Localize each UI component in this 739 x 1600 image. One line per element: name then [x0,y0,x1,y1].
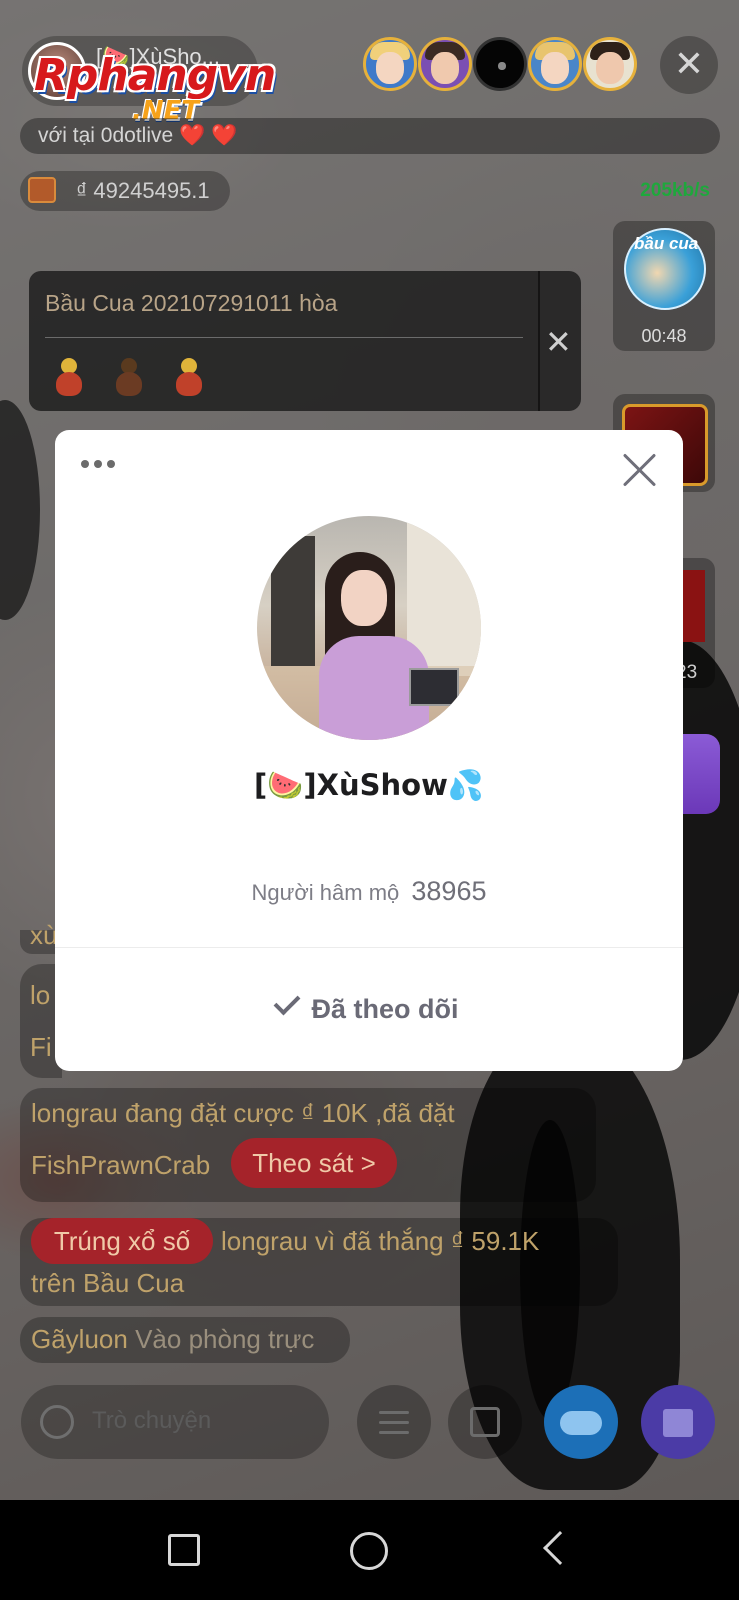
join-username: Gãyluon [31,1324,128,1354]
recent-apps-button[interactable] [168,1534,200,1566]
menu-icon [379,1411,409,1414]
share-button[interactable] [448,1385,522,1459]
network-speed: 205kb/s [640,180,710,201]
bau-cua-timer: 00:48 [641,326,687,346]
fans-label: Người hâm mộ [251,880,400,905]
gourd-token-icon [52,358,86,398]
chat-input-placeholder: Trò chuyện [92,1407,212,1434]
follow-bet-button[interactable]: Theo sát > [231,1138,397,1188]
close-icon: ✕ [673,43,705,84]
profile-name: [🍉]XùShow💦 [254,768,484,802]
bau-cua-label: bầu cua [634,234,699,253]
join-message: Gãyluon Vào phòng trực [31,1324,314,1355]
viewer-avatar[interactable] [583,37,637,91]
menu-button[interactable] [357,1385,431,1459]
gourd-token-icon [112,358,146,398]
close-stream-button[interactable]: ✕ [660,36,718,94]
gift-icon [663,1409,693,1437]
more-options-icon[interactable] [81,460,117,472]
bet-message-line: longrau đang đặt cược ₫ 10K ,đã đặt [31,1098,455,1128]
currency-symbol: ₫ [76,178,88,203]
join-text: Vào phòng trực [135,1324,315,1354]
win-message-line: longrau vì đã thắng ₫ 59.1K [221,1226,540,1256]
viewer-avatar[interactable] [528,37,582,91]
site-watermark-logo: Rphangvn .NET [34,50,276,126]
viewer-avatar[interactable] [363,37,417,91]
fans-row: Người hâm mộ 38965 [55,876,683,907]
followed-button[interactable]: Đã theo dõi [55,948,683,1071]
gamepad-icon [560,1411,602,1435]
game-result-title: Bầu Cua 202107291011 hòa [45,290,338,316]
coins-amount: 49245495.1 [93,178,210,203]
treasure-chest-icon [28,177,56,203]
home-button[interactable] [350,1532,388,1570]
profile-avatar[interactable] [257,516,481,740]
profile-modal: [🍉]XùShow💦 Người hâm mộ 38965 Đã theo dõ… [55,430,683,1071]
divider [45,337,523,338]
follow-status-label: Đã theo dõi [311,994,459,1024]
viewer-avatar[interactable] [473,37,527,91]
heart-icon: ❤️ ❤️ [179,124,238,147]
win-message-game: trên Bầu Cua [31,1268,185,1298]
announcement-marquee: với tại 0dotlive ❤️ ❤️ [20,118,720,154]
fans-count: 38965 [411,876,487,906]
close-game-result-button[interactable]: ✕ [545,323,572,361]
gift-button[interactable] [641,1385,715,1459]
games-button[interactable] [544,1385,618,1459]
chat-bubble-icon [40,1405,74,1439]
bet-message-game: FishPrawnCrab [31,1150,211,1180]
divider [538,271,540,411]
close-modal-button[interactable] [621,452,657,488]
checkmark-icon [273,988,300,1016]
gourd-token-icon [172,358,206,398]
viewer-avatar[interactable] [418,37,472,91]
lottery-win-badge: Trúng xổ số [31,1218,213,1264]
share-icon [470,1407,500,1437]
